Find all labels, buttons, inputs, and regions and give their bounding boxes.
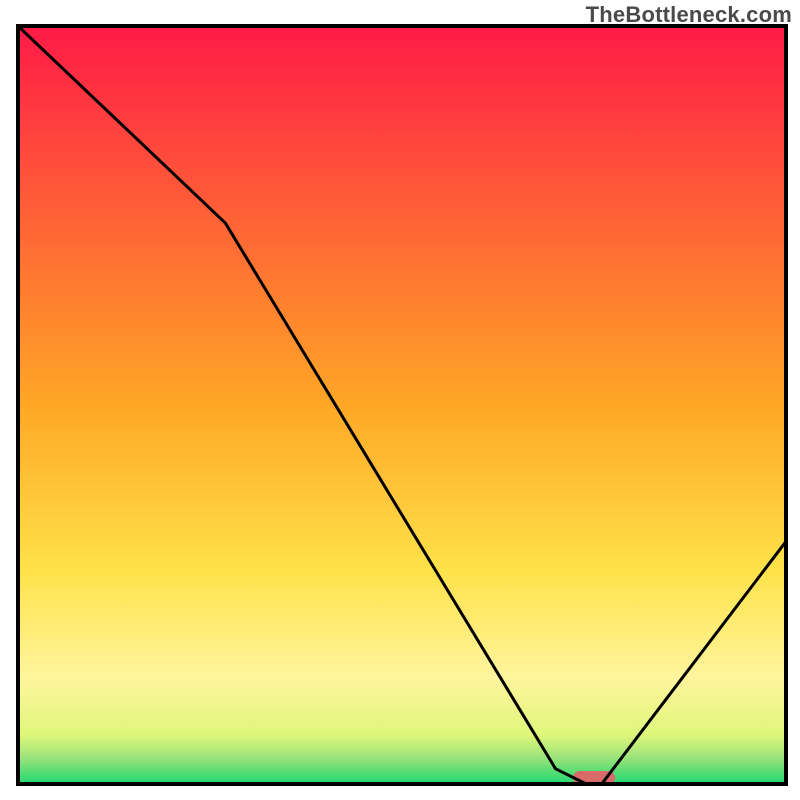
chart-background (18, 26, 786, 784)
bottleneck-chart (0, 0, 800, 800)
watermark-text: TheBottleneck.com (586, 2, 792, 28)
chart-container: TheBottleneck.com (0, 0, 800, 800)
